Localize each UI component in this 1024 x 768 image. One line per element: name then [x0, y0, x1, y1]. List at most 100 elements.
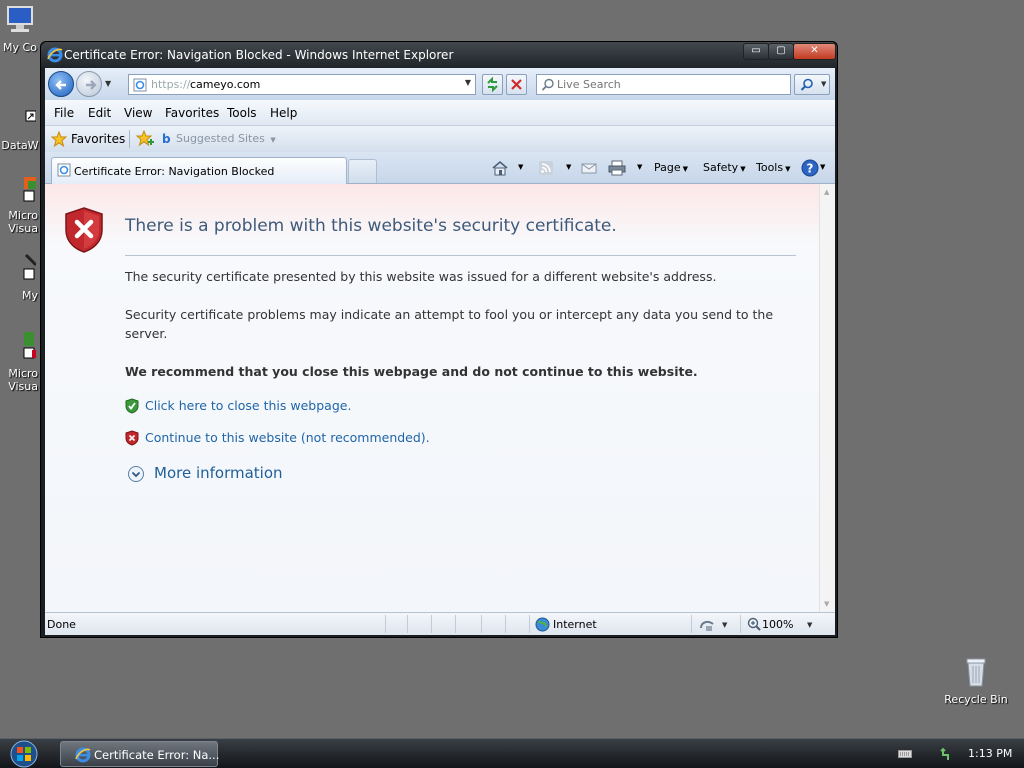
mail-icon[interactable]: [581, 160, 597, 176]
ie-client-area: ▼ https:// cameyo.com ▼ Live Search ▼ Fi…: [45, 68, 835, 635]
tab-row: Certificate Error: Navigation Blocked ▼ …: [45, 152, 835, 184]
status-text: Done: [47, 618, 76, 631]
tab-label: Certificate Error: Navigation Blocked: [74, 165, 275, 178]
home-icon[interactable]: [491, 160, 509, 176]
feeds-dropdown-icon[interactable]: ▼: [566, 163, 571, 171]
stop-button[interactable]: [506, 74, 527, 95]
scroll-up-icon[interactable]: ▲: [824, 188, 829, 196]
protected-mode-dropdown-icon[interactable]: ▼: [722, 621, 727, 629]
zoom-level[interactable]: 100%: [762, 618, 793, 631]
title-divider: [125, 255, 796, 256]
chevron-down-icon: ▼: [270, 136, 276, 144]
print-icon[interactable]: [608, 160, 626, 176]
desktop-icon-label: Micro Visua: [8, 209, 38, 235]
help-icon[interactable]: ?: [801, 159, 819, 177]
start-button-icon[interactable]: [4, 739, 44, 768]
maximize-button[interactable]: ▢: [768, 43, 794, 60]
navigation-bar: ▼ https:// cameyo.com ▼ Live Search ▼: [45, 68, 835, 100]
desktop-icon-my[interactable]: My: [0, 252, 40, 302]
taskbar-ie-button[interactable]: Certificate Error: Na...: [60, 741, 220, 767]
menu-tools[interactable]: Tools: [227, 106, 257, 120]
desktop-icon-my-computer[interactable]: My Co: [0, 4, 40, 54]
desktop-icon-visual-studio-2[interactable]: Micro Visua: [0, 330, 40, 393]
menu-help[interactable]: Help: [270, 106, 297, 120]
desktop-icon-label: DataW: [1, 139, 39, 152]
search-input[interactable]: [557, 77, 782, 92]
home-dropdown-icon[interactable]: ▼: [518, 163, 523, 171]
ie-page-icon: [57, 163, 71, 177]
magnifier-icon: [800, 78, 813, 91]
status-divider: [505, 615, 506, 633]
back-button[interactable]: [48, 71, 74, 97]
help-dropdown-icon[interactable]: ▼: [820, 163, 825, 171]
address-bar[interactable]: https:// cameyo.com ▼: [128, 74, 476, 95]
menu-file[interactable]: File: [54, 106, 74, 120]
green-shield-icon: [125, 398, 139, 414]
suggested-sites-button[interactable]: b Suggested Sites ▼: [160, 129, 276, 149]
desktop-icon-recycle-bin[interactable]: Recycle Bin: [944, 656, 1008, 706]
favorites-separator: [129, 130, 130, 148]
desktop-icon-label: Micro Visua: [8, 367, 38, 393]
bing-icon: b: [162, 132, 171, 146]
title-bar[interactable]: Certificate Error: Navigation Blocked - …: [41, 42, 837, 68]
page-menu-label: Page: [654, 161, 681, 174]
menu-edit[interactable]: Edit: [88, 106, 111, 120]
globe-icon: [535, 617, 550, 632]
desktop-icon-label: My Co: [3, 41, 37, 54]
address-host: cameyo.com: [190, 78, 261, 91]
desktop-icon-visual-studio-1[interactable]: Micro Visua: [0, 172, 40, 235]
history-dropdown-icon[interactable]: ▼: [105, 79, 111, 88]
zoom-dropdown-icon[interactable]: ▼: [807, 621, 812, 629]
forward-button[interactable]: [76, 71, 102, 97]
taskbar-button-label: Certificate Error: Na...: [94, 748, 220, 762]
ie-page-icon: [133, 78, 147, 92]
desktop-icon-dataw[interactable]: DataW: [0, 102, 40, 152]
minimize-button[interactable]: ▭: [743, 43, 769, 60]
shortcut-icon: [25, 110, 37, 122]
status-divider: [481, 615, 482, 633]
favorites-bar: Favorites b Suggested Sites ▼: [45, 126, 835, 152]
new-tab-button[interactable]: [348, 159, 377, 183]
status-divider: [455, 615, 456, 633]
forward-arrow-icon: [86, 80, 97, 90]
keyboard-icon[interactable]: [898, 750, 912, 758]
safety-menu[interactable]: Safety ▼: [703, 161, 746, 174]
visual-studio-icon: [23, 332, 36, 359]
menu-view[interactable]: View: [124, 106, 152, 120]
ie-logo-icon: [75, 747, 91, 763]
refresh-button[interactable]: [482, 74, 503, 95]
search-button[interactable]: ▼: [794, 74, 830, 95]
chevron-down-icon: ▼: [682, 165, 689, 173]
chevron-down-icon: ▼: [740, 165, 746, 173]
system-clock[interactable]: 1:13 PM: [968, 747, 1012, 760]
add-favorite-icon[interactable]: [136, 130, 154, 148]
favorites-button[interactable]: Favorites: [49, 129, 131, 149]
menu-favorites[interactable]: Favorites: [165, 106, 219, 120]
safety-menu-label: Safety: [703, 161, 739, 174]
search-options-dropdown-icon[interactable]: ▼: [821, 80, 826, 88]
vertical-scrollbar[interactable]: ▲ ▼: [819, 184, 835, 612]
chevron-down-icon: ▼: [785, 165, 791, 173]
protected-mode-icon[interactable]: [699, 618, 717, 632]
suggested-sites-label: Suggested Sites: [176, 132, 265, 145]
print-dropdown-icon[interactable]: ▼: [637, 163, 642, 171]
scroll-down-icon[interactable]: ▼: [824, 600, 829, 608]
page-menu[interactable]: Page ▼: [654, 161, 688, 174]
network-icon[interactable]: [940, 746, 956, 762]
tools-menu[interactable]: Tools ▼: [756, 161, 791, 174]
zoom-icon[interactable]: [747, 617, 761, 631]
desktop-icon-label: Recycle Bin: [944, 693, 1008, 706]
star-icon: [51, 131, 67, 147]
recommendation-text: We recommend that you close this webpage…: [125, 364, 698, 379]
search-box[interactable]: [536, 74, 791, 95]
tab-certificate-error[interactable]: Certificate Error: Navigation Blocked: [51, 157, 347, 184]
recycle-bin-icon: [966, 658, 986, 687]
status-divider: [385, 615, 386, 633]
red-shield-icon: [125, 430, 139, 446]
close-button[interactable]: ✕: [793, 43, 836, 60]
feeds-icon[interactable]: [538, 160, 554, 176]
error-warning: Security certificate problems may indica…: [125, 307, 774, 341]
svg-text:?: ?: [807, 162, 814, 176]
error-title: There is a problem with this website's s…: [125, 216, 617, 236]
address-dropdown-icon[interactable]: ▼: [465, 78, 471, 87]
